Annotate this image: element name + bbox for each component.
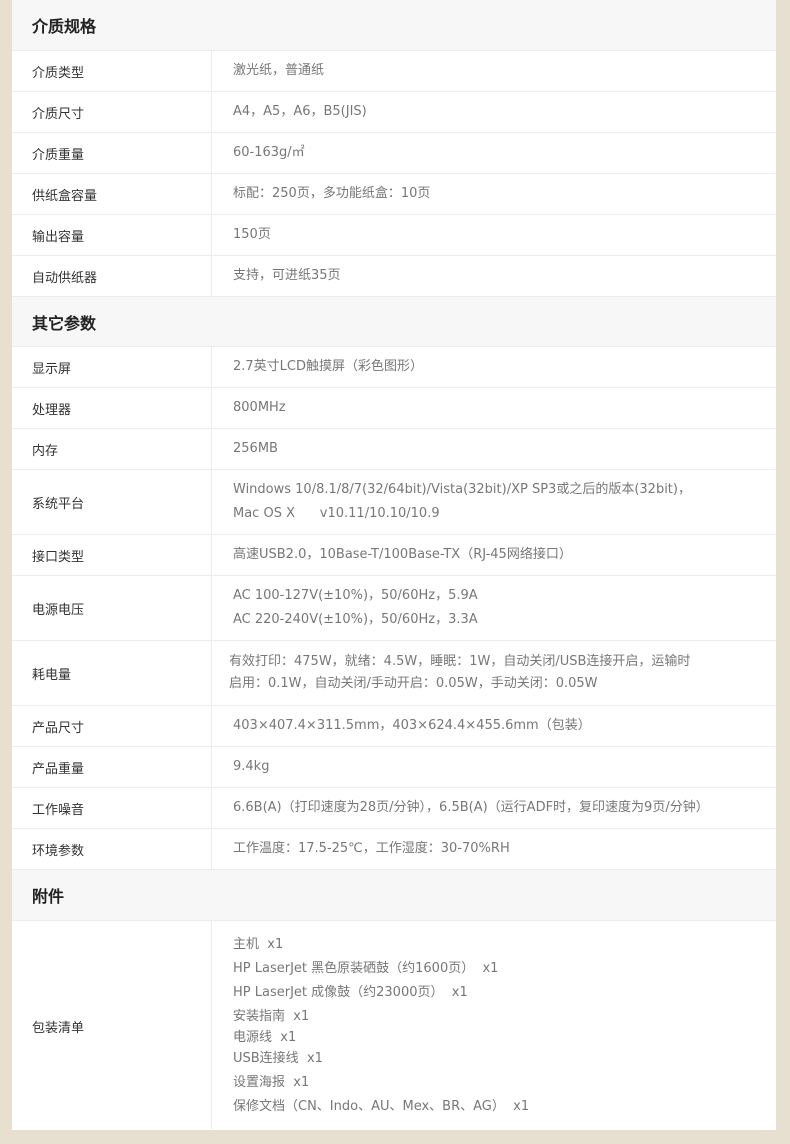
spec-value: 支持，可进纸35页	[233, 268, 341, 283]
spec-value: 标配：250页，多功能纸盒：10页	[233, 186, 431, 201]
spec-row: 介质类型 激光纸，普通纸	[12, 51, 776, 92]
package-item: HP LaserJet 成像鼓（约23000页） x1	[233, 985, 468, 1000]
spec-value: 403×407.4×311.5mm，403×624.4×455.6mm（包装）	[233, 718, 591, 733]
spec-label: 显示屏	[12, 347, 212, 387]
spec-value: 800MHz	[233, 400, 286, 415]
spec-label: 耗电量	[12, 641, 212, 705]
spec-label: 介质尺寸	[12, 92, 212, 132]
package-item: 保修文档（CN、Indo、AU、Mex、BR、AG） x1	[233, 1099, 530, 1114]
spec-row: 接口类型 高速USB2.0，10Base-T/100Base-TX（RJ-45网…	[12, 535, 776, 576]
spec-value: 150页	[233, 227, 271, 242]
spec-value-line: Mac OS X v10.11/10.10/10.9	[233, 506, 440, 521]
package-item: HP LaserJet 黑色原装硒鼓（约1600页） x1	[233, 961, 499, 976]
spec-row: 工作噪音 6.6B(A)（打印速度为28页/分钟），6.5B(A)（运行ADF时…	[12, 788, 776, 829]
spec-row: 产品尺寸 403×407.4×311.5mm，403×624.4×455.6mm…	[12, 706, 776, 747]
spec-label: 介质重量	[12, 133, 212, 173]
spec-label: 介质类型	[12, 51, 212, 91]
spec-label: 供纸盒容量	[12, 174, 212, 214]
spec-row: 电源电压 AC 100-127V(±10%)，50/60Hz，5.9A AC 2…	[12, 576, 776, 641]
spec-row: 自动供纸器 支持，可进纸35页	[12, 256, 776, 297]
spec-value: 9.4kg	[233, 759, 270, 774]
spec-label: 处理器	[12, 388, 212, 428]
package-item: 安装指南 x1	[233, 1009, 310, 1024]
spec-label: 电源电压	[12, 576, 212, 640]
spec-row: 系统平台 Windows 10/8.1/8/7(32/64bit)/Vista(…	[12, 470, 776, 535]
spec-value: 高速USB2.0，10Base-T/100Base-TX（RJ-45网络接口）	[233, 547, 572, 562]
spec-value: 2.7英寸LCD触摸屏（彩色图形）	[233, 359, 424, 374]
spec-row: 供纸盒容量 标配：250页，多功能纸盒：10页	[12, 174, 776, 215]
spec-label: 环境参数	[12, 829, 212, 869]
spec-value-line: 有效打印：475W，就绪：4.5W，睡眠：1W，自动关闭/USB连接开启，运输时	[229, 654, 691, 669]
spec-value-line: Windows 10/8.1/8/7(32/64bit)/Vista(32bit…	[233, 482, 691, 497]
spec-row: 耗电量 有效打印：475W，就绪：4.5W，睡眠：1W，自动关闭/USB连接开启…	[12, 641, 776, 706]
spec-value-line: 启用：0.1W，自动关闭/手动开启：0.05W，手动关闭：0.05W	[229, 676, 598, 691]
section-header-accessories: 附件	[12, 870, 776, 921]
section-header-other: 其它参数	[12, 297, 776, 347]
spec-row: 产品重量 9.4kg	[12, 747, 776, 788]
spec-value: 256MB	[233, 441, 278, 456]
section-header-media: 介质规格	[12, 0, 776, 51]
package-item: 电源线 x1	[233, 1030, 297, 1045]
spec-label: 输出容量	[12, 215, 212, 255]
spec-value: A4，A5，A6，B5(JIS)	[233, 104, 367, 119]
spec-row: 输出容量 150页	[12, 215, 776, 256]
spec-row: 介质尺寸 A4，A5，A6，B5(JIS)	[12, 92, 776, 133]
spec-card: 介质规格 介质类型 激光纸，普通纸 介质尺寸 A4，A5，A6，B5(JIS) …	[12, 0, 776, 1131]
spec-row: 显示屏 2.7英寸LCD触摸屏（彩色图形）	[12, 347, 776, 388]
spec-value-line: AC 100-127V(±10%)，50/60Hz，5.9A	[233, 588, 478, 603]
spec-label: 包装清单	[12, 921, 212, 1131]
spec-label: 产品尺寸	[12, 706, 212, 746]
spec-row: 包装清单 主机 x1 HP LaserJet 黑色原装硒鼓（约1600页） x1…	[12, 921, 776, 1131]
spec-value-line: AC 220-240V(±10%)，50/60Hz，3.3A	[233, 612, 478, 627]
spec-row: 内存 256MB	[12, 429, 776, 470]
spec-label: 系统平台	[12, 470, 212, 534]
spec-row: 处理器 800MHz	[12, 388, 776, 429]
spec-label: 产品重量	[12, 747, 212, 787]
package-item: USB连接线 x1	[233, 1051, 323, 1066]
spec-value: 60-163g/㎡	[233, 145, 305, 160]
package-item: 主机 x1	[233, 937, 284, 952]
package-item: 设置海报 x1	[233, 1075, 310, 1090]
spec-label: 内存	[12, 429, 212, 469]
spec-label: 工作噪音	[12, 788, 212, 828]
spec-label: 接口类型	[12, 535, 212, 575]
spec-label: 自动供纸器	[12, 256, 212, 296]
spec-value: 工作温度：17.5-25℃，工作湿度：30-70%RH	[233, 841, 510, 856]
spec-value: 6.6B(A)（打印速度为28页/分钟），6.5B(A)（运行ADF时，复印速度…	[233, 800, 709, 815]
spec-value: 激光纸，普通纸	[233, 63, 325, 78]
spec-row: 介质重量 60-163g/㎡	[12, 133, 776, 174]
spec-row: 环境参数 工作温度：17.5-25℃，工作湿度：30-70%RH	[12, 829, 776, 870]
